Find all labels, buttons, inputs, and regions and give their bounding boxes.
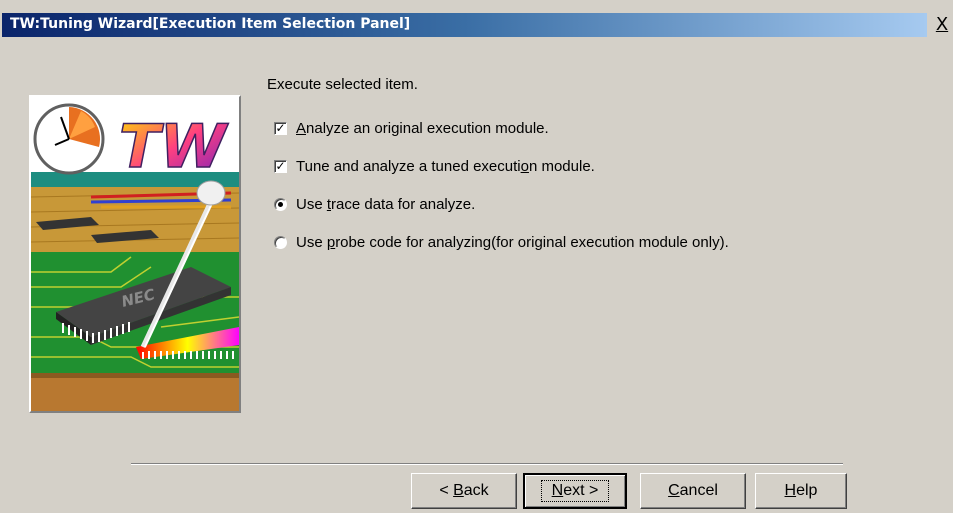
option-label: Use probe code for analyzing(for origina… <box>296 233 729 251</box>
option-label: Tune and analyze a tuned execution modul… <box>296 157 595 175</box>
radio-selected-icon[interactable] <box>274 197 287 211</box>
tw-illustration: NEC TW <box>31 97 239 411</box>
help-button[interactable]: Help <box>755 473 847 509</box>
next-button[interactable]: Next > <box>523 473 627 509</box>
option-analyze-original[interactable]: ✓ Analyze an original execution module. <box>274 118 549 138</box>
close-icon: X <box>935 14 949 35</box>
close-button[interactable]: X <box>932 14 952 36</box>
title-bar-strip[interactable]: TW:Tuning Wizard[Execution Item Selectio… <box>2 13 927 37</box>
option-label: Analyze an original execution module. <box>296 119 549 137</box>
wizard-artwork: NEC TW <box>29 95 241 413</box>
next-label: Next > <box>540 480 610 502</box>
instruction-text: Execute selected item. <box>267 76 418 93</box>
option-use-trace-data[interactable]: Use trace data for analyze. <box>274 194 475 214</box>
window-title: TW:Tuning Wizard[Execution Item Selectio… <box>10 16 411 32</box>
option-tune-and-analyze[interactable]: ✓ Tune and analyze a tuned execution mod… <box>274 156 595 176</box>
tw-logo: TW <box>119 112 229 182</box>
radio-unselected-icon[interactable] <box>274 235 287 249</box>
title-bar: TW:Tuning Wizard[Execution Item Selectio… <box>0 0 953 38</box>
button-separator <box>131 463 843 465</box>
cancel-button[interactable]: Cancel <box>640 473 746 509</box>
cancel-label: Cancel <box>668 482 718 499</box>
back-button[interactable]: < Back <box>411 473 517 509</box>
option-use-probe-code[interactable]: Use probe code for analyzing(for origina… <box>274 232 729 252</box>
back-label: < Back <box>439 482 489 499</box>
option-label: Use trace data for analyze. <box>296 195 476 213</box>
checkbox-checked-icon[interactable]: ✓ <box>274 121 287 135</box>
help-label: Help <box>784 482 818 499</box>
checkbox-checked-icon[interactable]: ✓ <box>274 159 287 173</box>
